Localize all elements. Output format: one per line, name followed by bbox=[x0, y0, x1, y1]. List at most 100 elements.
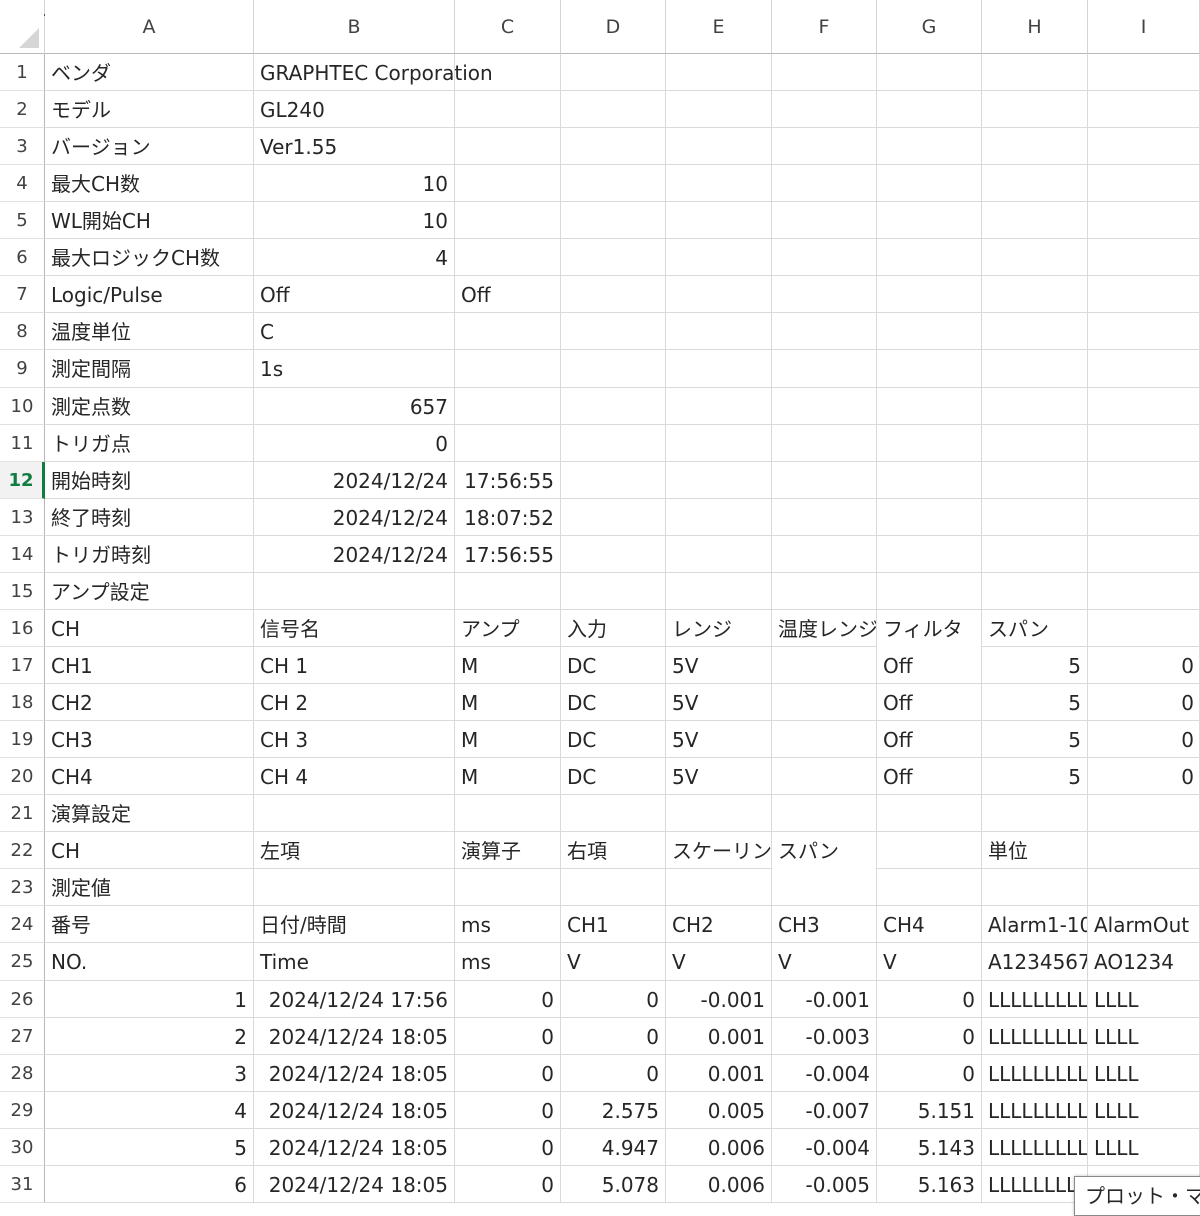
cell-i30[interactable]: LLLL bbox=[1088, 1130, 1200, 1166]
cell-h31[interactable]: LLLLLLLLLL bbox=[982, 1167, 1087, 1203]
cell-i27[interactable]: LLLL bbox=[1088, 1019, 1200, 1055]
cell-h20[interactable]: 5 bbox=[982, 759, 1087, 795]
cell-a30[interactable]: 5 bbox=[45, 1130, 253, 1166]
row-header[interactable]: 27 bbox=[0, 1018, 45, 1055]
cell-b12[interactable]: 2024/12/24 bbox=[254, 463, 454, 499]
cell-b2[interactable]: GL240 bbox=[254, 92, 454, 128]
row-header[interactable]: 6 bbox=[0, 239, 45, 276]
row-header[interactable]: 19 bbox=[0, 721, 45, 758]
row-header[interactable]: 5 bbox=[0, 202, 45, 239]
cell-e20[interactable]: 5V bbox=[666, 759, 771, 795]
cell-a3[interactable]: バージョン bbox=[45, 129, 253, 165]
cell-d18[interactable]: DC bbox=[561, 685, 665, 721]
cell-g19[interactable]: Off bbox=[877, 722, 981, 758]
cell-f24[interactable]: CH3 bbox=[772, 907, 876, 943]
cell-c20[interactable]: M bbox=[455, 759, 560, 795]
cell-c13[interactable]: 18:07:52 bbox=[455, 500, 560, 536]
cell-d31[interactable]: 5.078 bbox=[561, 1167, 665, 1203]
cell-c18[interactable]: M bbox=[455, 685, 560, 721]
cell-h17[interactable]: 5 bbox=[982, 648, 1087, 684]
cell-b14[interactable]: 2024/12/24 bbox=[254, 537, 454, 573]
row-header[interactable]: 21 bbox=[0, 795, 45, 832]
cell-h24[interactable]: Alarm1-10 bbox=[982, 907, 1087, 943]
cell-i24[interactable]: AlarmOut bbox=[1088, 907, 1199, 943]
cell-a26[interactable]: 1 bbox=[45, 982, 253, 1018]
cell-a28[interactable]: 3 bbox=[45, 1056, 253, 1092]
cell-b26[interactable]: 2024/12/24 17:56 bbox=[254, 982, 454, 1018]
row-header[interactable]: 17 bbox=[0, 647, 45, 684]
row-header[interactable]: 28 bbox=[0, 1055, 45, 1092]
cell-b18[interactable]: CH 2 bbox=[254, 685, 454, 721]
cell-e17[interactable]: 5V bbox=[666, 648, 771, 684]
row-header[interactable]: 20 bbox=[0, 758, 45, 795]
cell-b25[interactable]: Time bbox=[254, 944, 454, 981]
cell-a9[interactable]: 測定間隔 bbox=[45, 351, 253, 388]
column-header-g[interactable]: G bbox=[877, 0, 982, 54]
row-header[interactable]: 22 bbox=[0, 832, 45, 869]
cell-a19[interactable]: CH3 bbox=[45, 722, 253, 758]
cell-h28[interactable]: LLLLLLLLLL bbox=[982, 1056, 1087, 1092]
row-header[interactable]: 30 bbox=[0, 1129, 45, 1166]
cell-g29[interactable]: 5.151 bbox=[877, 1093, 981, 1129]
cell-i20[interactable]: 0 bbox=[1088, 759, 1200, 795]
cell-a27[interactable]: 2 bbox=[45, 1019, 253, 1055]
cell-a5[interactable]: WL開始CH bbox=[45, 203, 253, 239]
cell-g16[interactable]: フィルタ bbox=[877, 611, 981, 647]
cell-e19[interactable]: 5V bbox=[666, 722, 771, 758]
cell-g31[interactable]: 5.163 bbox=[877, 1167, 981, 1203]
cell-b1[interactable]: GRAPHTEC Corporation bbox=[254, 55, 493, 91]
cell-e30[interactable]: 0.006 bbox=[666, 1130, 771, 1166]
row-header[interactable]: 13 bbox=[0, 499, 45, 536]
cell-i17[interactable]: 0 bbox=[1088, 648, 1200, 684]
cell-d20[interactable]: DC bbox=[561, 759, 665, 795]
cell-f31[interactable]: -0.005 bbox=[772, 1167, 876, 1203]
cell-a25[interactable]: NO. bbox=[45, 944, 253, 981]
cell-a6[interactable]: 最大ロジックCH数 bbox=[45, 240, 253, 276]
cell-i19[interactable]: 0 bbox=[1088, 722, 1200, 758]
row-header[interactable]: 9 bbox=[0, 350, 45, 388]
row-header[interactable]: 24 bbox=[0, 906, 45, 943]
cell-b19[interactable]: CH 3 bbox=[254, 722, 454, 758]
row-header[interactable]: 26 bbox=[0, 981, 45, 1018]
column-header-i[interactable]: I bbox=[1088, 0, 1200, 54]
cell-f28[interactable]: -0.004 bbox=[772, 1056, 876, 1092]
cell-b3[interactable]: Ver1.55 bbox=[254, 129, 454, 165]
column-header-e[interactable]: E bbox=[666, 0, 772, 54]
cell-b29[interactable]: 2024/12/24 18:05 bbox=[254, 1093, 454, 1129]
cell-b20[interactable]: CH 4 bbox=[254, 759, 454, 795]
cell-h22[interactable]: 単位 bbox=[982, 833, 1087, 869]
cell-e28[interactable]: 0.001 bbox=[666, 1056, 771, 1092]
cell-g30[interactable]: 5.143 bbox=[877, 1130, 981, 1166]
cell-f29[interactable]: -0.007 bbox=[772, 1093, 876, 1129]
cell-d27[interactable]: 0 bbox=[561, 1019, 665, 1055]
row-header[interactable]: 8 bbox=[0, 313, 45, 350]
cell-g25[interactable]: V bbox=[877, 944, 981, 981]
select-all-corner[interactable] bbox=[0, 0, 45, 54]
cell-g26[interactable]: 0 bbox=[877, 982, 981, 1018]
cell-a15[interactable]: アンプ設定 bbox=[45, 574, 253, 610]
cell-e16[interactable]: レンジ bbox=[666, 611, 771, 647]
cell-c17[interactable]: M bbox=[455, 648, 560, 684]
spreadsheet-grid[interactable]: A B C D E F G H I 1 ベンダ GRAPHTEC Corporation 2 モデル GL2… bbox=[0, 0, 1200, 1203]
cell-f22[interactable]: スパン bbox=[772, 833, 876, 869]
column-header-a[interactable]: A bbox=[45, 0, 254, 54]
cell-a18[interactable]: CH2 bbox=[45, 685, 253, 721]
cell-c31[interactable]: 0 bbox=[455, 1167, 560, 1203]
cell-b11[interactable]: 0 bbox=[254, 426, 454, 462]
row-header[interactable]: 14 bbox=[0, 536, 45, 573]
cell-c29[interactable]: 0 bbox=[455, 1093, 560, 1129]
row-header[interactable]: 23 bbox=[0, 869, 45, 906]
cell-h29[interactable]: LLLLLLLLLL bbox=[982, 1093, 1087, 1129]
cell-f27[interactable]: -0.003 bbox=[772, 1019, 876, 1055]
cell-e18[interactable]: 5V bbox=[666, 685, 771, 721]
row-header[interactable]: 31 bbox=[0, 1166, 45, 1203]
cell-a12[interactable]: 開始時刻 bbox=[45, 463, 253, 499]
cell-h18[interactable]: 5 bbox=[982, 685, 1087, 721]
cell-c27[interactable]: 0 bbox=[455, 1019, 560, 1055]
cell-h26[interactable]: LLLLLLLLLL bbox=[982, 982, 1087, 1018]
cell-a8[interactable]: 温度単位 bbox=[45, 314, 253, 350]
cell-d22[interactable]: 右項 bbox=[561, 833, 665, 869]
cell-b17[interactable]: CH 1 bbox=[254, 648, 454, 684]
cell-g17[interactable]: Off bbox=[877, 648, 981, 684]
cell-i25[interactable]: AO1234 bbox=[1088, 944, 1199, 981]
